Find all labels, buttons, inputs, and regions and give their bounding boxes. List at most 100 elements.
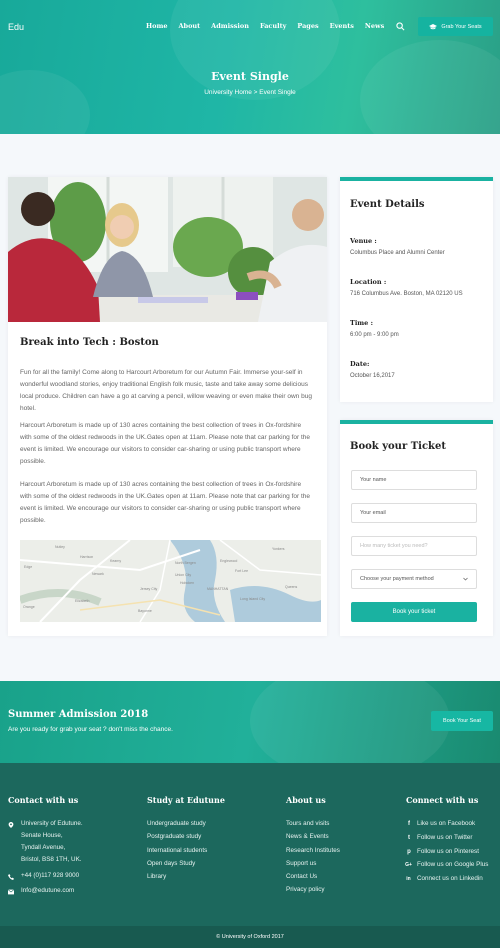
map-label: Long Island City xyxy=(240,597,265,601)
footer-study-title: Study at Edutune xyxy=(147,795,225,805)
footer-link-library[interactable]: Library xyxy=(147,873,166,880)
time-label: Time : xyxy=(350,319,373,327)
nav-home[interactable]: Home xyxy=(146,22,168,30)
email-field[interactable]: Your email xyxy=(351,503,477,523)
mail-icon xyxy=(8,889,14,895)
nav-admission[interactable]: Admission xyxy=(211,22,249,30)
post-paragraph: Fun for all the family! Come along to Ha… xyxy=(20,369,312,412)
event-details-title: Event Details xyxy=(350,199,425,210)
footer-link-news[interactable]: News & Events xyxy=(286,833,329,840)
nav-about[interactable]: About xyxy=(179,22,201,30)
map-label: Queens xyxy=(285,585,298,589)
graduation-cap-icon xyxy=(429,23,438,29)
site-logo[interactable]: Edu xyxy=(8,22,24,32)
footer-link-open-days[interactable]: Open days Study xyxy=(147,860,195,867)
event-photo-illustration xyxy=(8,177,327,322)
map-label: Elizabeth xyxy=(75,599,89,603)
date-value: October 16,2017 xyxy=(350,373,395,379)
location-value: 716 Columbus Ave. Boston, MA 02120 US xyxy=(350,291,463,297)
venue-label: Venue : xyxy=(350,237,377,245)
address-line: University of Edutune. xyxy=(21,820,83,827)
site-footer: Contact with us University of Edutune. S… xyxy=(0,763,500,948)
time-value: 6:00 pm - 9:00 pm xyxy=(350,332,399,338)
event-article: Break into Tech : Boston Fun for all the… xyxy=(8,177,327,636)
footer-link-support[interactable]: Support us xyxy=(286,860,316,867)
post-title: Break into Tech : Boston xyxy=(20,337,159,348)
post-paragraph: Harcourt Arboretum is made up of 130 acr… xyxy=(20,422,311,465)
nav-events[interactable]: Events xyxy=(330,22,354,30)
banner-subtitle: Are you ready for grab your seat ? don't… xyxy=(8,726,173,733)
event-map[interactable]: Nutley Yonkers Englewood Fort Lee North … xyxy=(20,540,321,622)
map-illustration: Nutley Yonkers Englewood Fort Lee North … xyxy=(20,540,321,622)
hero-header: Edu Home About Admission Faculty Pages E… xyxy=(0,0,500,134)
breadcrumb[interactable]: University Home > Event Single xyxy=(0,89,500,96)
map-label: Jersey City xyxy=(140,587,158,591)
google-plus-icon: G+ xyxy=(405,862,412,868)
banner-decoration xyxy=(250,681,450,763)
phone-number[interactable]: +44 (0)117 928 9000 xyxy=(21,872,79,879)
grab-seats-label: Grab Your Seats xyxy=(441,23,482,30)
map-label: Edge xyxy=(24,565,32,569)
map-label: North Bergen xyxy=(175,561,196,565)
venue-value: Columbus Place and Alumni Center xyxy=(350,250,445,256)
map-label: Yonkers xyxy=(272,547,285,551)
book-ticket-button[interactable]: Book your ticket xyxy=(351,602,477,622)
map-label: Kearny xyxy=(110,559,121,563)
payment-method-select[interactable]: Choose your payment method xyxy=(351,569,477,589)
email-address[interactable]: Info@edutune.com xyxy=(21,887,74,894)
banner-title: Summer Admission 2018 xyxy=(8,709,149,720)
footer-link-postgraduate[interactable]: Postgraduate study xyxy=(147,833,201,840)
footer-link-privacy[interactable]: Privacy policy xyxy=(286,886,325,893)
search-icon[interactable] xyxy=(396,22,405,31)
main-nav: Home About Admission Faculty Pages Event… xyxy=(146,22,384,30)
event-photo xyxy=(8,177,327,322)
footer-link-international[interactable]: International students xyxy=(147,847,207,854)
footer-link-contact[interactable]: Contact Us xyxy=(286,873,317,880)
map-label: Nutley xyxy=(55,545,65,549)
footer-link-tours[interactable]: Tours and visits xyxy=(286,820,329,827)
book-ticket-title: Book your Ticket xyxy=(350,441,446,452)
nav-pages[interactable]: Pages xyxy=(297,22,318,30)
book-seat-button[interactable]: Book Your Seat xyxy=(431,711,493,731)
map-label: MANHATTAN xyxy=(207,587,229,591)
ticket-count-field[interactable]: How many ticket you need? xyxy=(351,536,477,556)
social-link-twitter[interactable]: Follow us on Twitter xyxy=(417,834,473,841)
chevron-down-icon xyxy=(463,577,468,581)
map-pin-icon xyxy=(8,822,14,828)
pinterest-icon: p xyxy=(407,849,411,855)
twitter-icon: t xyxy=(408,835,410,841)
social-link-facebook[interactable]: Like us on Facebook xyxy=(417,820,475,827)
map-label: Harrison xyxy=(80,555,93,559)
name-field[interactable]: Your name xyxy=(351,470,477,490)
footer-about-title: About us xyxy=(286,795,326,805)
footer-connect-title: Connect with us xyxy=(406,795,479,805)
nav-news[interactable]: News xyxy=(365,22,384,30)
footer-link-undergraduate[interactable]: Undergraduate study xyxy=(147,820,206,827)
address-line: Tyndall Avenue, xyxy=(21,844,66,851)
map-label: Englewood xyxy=(220,559,237,563)
facebook-icon: f xyxy=(408,821,410,827)
social-link-linkedin[interactable]: Connect us on Linkedin xyxy=(417,875,483,882)
map-label: Orange xyxy=(23,605,35,609)
page-title: Event Single xyxy=(211,70,289,83)
nav-faculty[interactable]: Faculty xyxy=(260,22,286,30)
linkedin-icon: in xyxy=(406,876,411,882)
location-label: Location : xyxy=(350,278,387,286)
date-label: Date: xyxy=(350,360,370,368)
address-line: Bristol, BS8 1TH, UK. xyxy=(21,856,82,863)
grab-seats-button[interactable]: Grab Your Seats xyxy=(418,17,493,36)
post-paragraph: Harcourt Arboretum is made up of 130 acr… xyxy=(20,481,311,524)
payment-method-value: Choose your payment method xyxy=(360,576,434,582)
map-label: Hoboken xyxy=(180,581,194,585)
social-link-google-plus[interactable]: Follow us on Google Plus xyxy=(417,861,488,868)
hero-decoration xyxy=(360,40,500,134)
map-label: Newark xyxy=(92,572,104,576)
address-line: Senate House, xyxy=(21,832,63,839)
event-details-card: Event Details Venue : Columbus Place and… xyxy=(340,177,493,402)
social-link-pinterest[interactable]: Follow us on Pinterest xyxy=(417,848,479,855)
footer-contact-title: Contact with us xyxy=(8,795,79,805)
hero-decoration xyxy=(170,0,340,100)
phone-icon xyxy=(8,874,14,880)
footer-link-research[interactable]: Research Institutes xyxy=(286,847,340,854)
map-label: Bayonne xyxy=(138,609,152,613)
